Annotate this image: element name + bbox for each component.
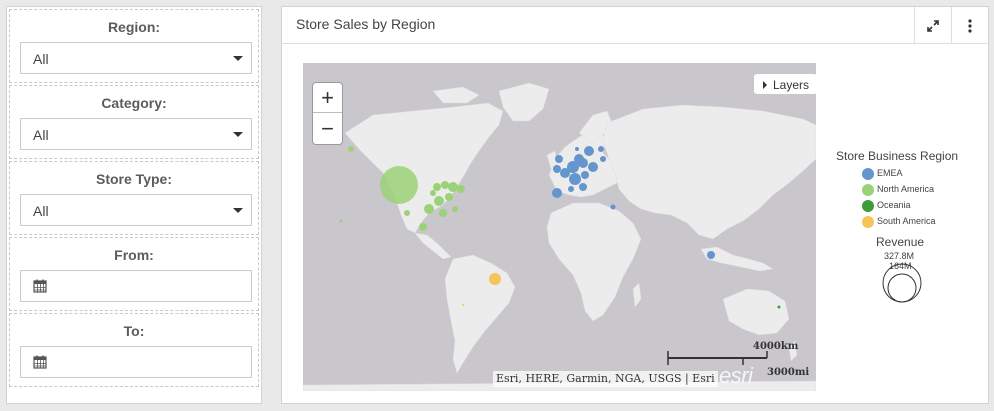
land-north-america [344,102,504,234]
legend-label: South America [877,216,936,226]
zoom-control: + − [312,82,343,145]
layers-button[interactable]: Layers [753,73,816,95]
expand-button[interactable] [914,7,951,44]
south-america-marker [462,304,464,306]
filter-from: From: [9,237,259,311]
land-south-america [444,254,516,374]
filter-store-type: Store Type: All [9,161,259,235]
legend-label: North America [877,184,935,194]
legend-swatch [862,216,874,228]
filter-category-label: Category: [101,95,167,111]
map-marker [598,146,604,152]
land-arctic-islands [432,86,480,104]
map-marker [552,188,562,198]
to-date-input[interactable] [20,346,252,378]
more-options-button[interactable] [951,7,988,44]
map-marker [448,182,458,192]
land-southeast-asia [700,246,774,272]
land-madagascar [632,282,642,308]
kebab-menu-icon [968,18,972,33]
legend-swatch [862,184,874,196]
widget-title: Store Sales by Region [296,16,436,32]
oceania-marker [777,305,781,309]
map-marker [575,147,579,151]
map-marker [452,206,458,212]
map-marker [348,146,354,152]
map-marker [553,165,561,173]
filter-to-label: To: [123,323,145,339]
zoom-in-button[interactable]: + [313,83,342,113]
map-attribution: Esri, HERE, Garmin, NGA, USGS | Esri [493,371,718,387]
legend-swatch [862,200,874,212]
widget-header: Store Sales by Region [282,7,988,44]
store-type-select[interactable]: All [20,194,252,226]
map-marker [424,204,434,214]
south-america-marker [489,273,501,285]
legend-label: Oceania [877,200,911,210]
map-marker [578,158,588,168]
filter-category: Category: All [9,85,259,159]
filter-region: Region: All [9,9,259,83]
filter-region-label: Region: [107,19,161,35]
map-marker [433,183,441,191]
legend-title: Store Business Region [836,149,959,163]
map-marker [339,219,343,223]
filter-store-type-label: Store Type: [96,171,172,187]
size-legend-title: Revenue [876,235,925,249]
map-marker [610,204,616,210]
map-marker [584,146,594,156]
map-widget: Store Sales by Region + − Layers 4000km … [281,6,989,404]
esri-logo: esri [719,363,753,388]
chevron-down-icon [233,132,243,137]
store-type-select-value: All [33,203,49,219]
filter-to: To: [9,313,259,387]
map-marker [568,186,574,192]
expand-icon [927,19,939,32]
map-marker [404,210,410,216]
chevron-down-icon [233,56,243,61]
map-marker [555,155,563,163]
map-marker [439,209,447,217]
caret-right-icon [763,81,767,89]
layers-label: Layers [773,78,810,92]
land-africa [546,202,642,322]
filter-from-label: From: [114,247,154,263]
calendar-icon [33,355,47,369]
map-marker [600,156,606,162]
from-date-input[interactable] [20,270,252,302]
map-view[interactable]: + − Layers 4000km 3000mi Esri, HERE, Gar… [303,63,816,391]
map-marker [581,171,589,179]
chevron-down-icon [233,208,243,213]
size-legend-circles [882,263,922,303]
land-greenland [498,82,550,122]
map-marker [569,173,581,185]
map-marker [380,166,418,204]
zoom-out-button[interactable]: − [313,114,342,144]
map-marker [445,193,453,201]
map-marker [430,190,436,196]
map-marker [588,162,598,172]
legend-swatch [862,168,874,180]
calendar-icon [33,279,47,293]
map-marker [419,223,427,231]
legend-label: EMEA [877,168,903,178]
land-central-america [414,232,452,260]
map-marker [579,183,587,191]
category-select-value: All [33,127,49,143]
map-marker [707,251,715,259]
region-select-value: All [33,51,49,67]
map-marker [441,181,449,189]
region-select[interactable]: All [20,42,252,74]
map-marker [434,196,444,206]
land-australia [722,288,790,336]
map-marker [457,185,465,193]
category-select[interactable]: All [20,118,252,150]
scale-mi-label: 3000mi [767,367,810,378]
land-asia [602,104,816,240]
filter-panel: Region: All Category: All Store Type: Al… [6,6,262,404]
